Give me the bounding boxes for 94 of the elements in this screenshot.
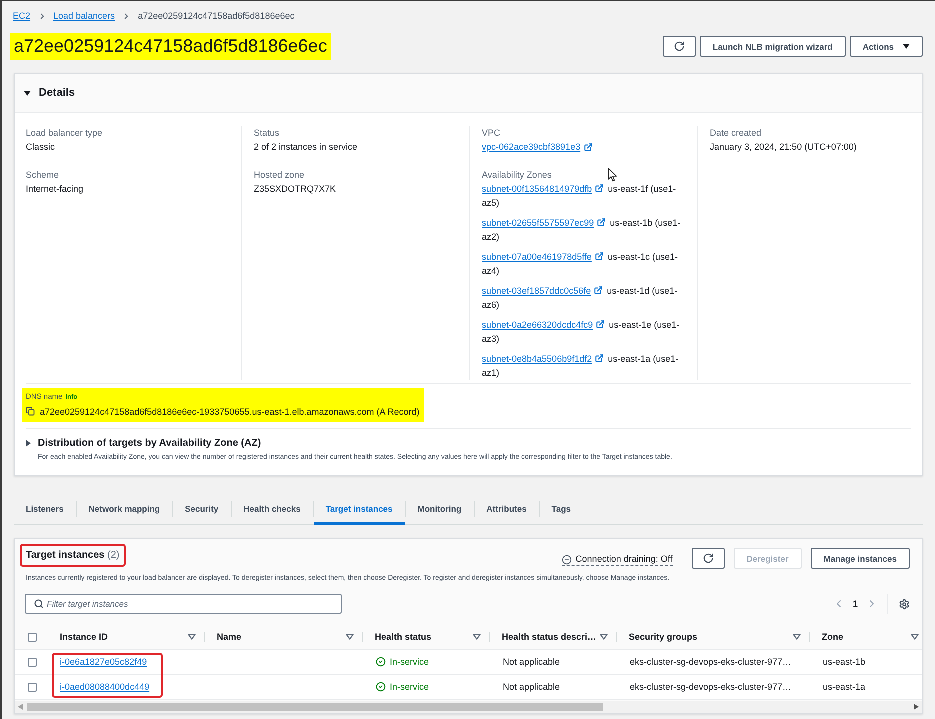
field-label: Load balancer type (26, 127, 103, 140)
field-label: Date created (710, 127, 762, 140)
minus-circle-icon (562, 554, 572, 564)
action-button[interactable]: Launch NLB migration wizard (700, 36, 846, 57)
tab[interactable]: Security (173, 493, 231, 525)
table-cell: Not applicable (503, 682, 560, 692)
field-value: Z35SXDOTRQ7X7K (254, 183, 336, 196)
field-value: Classic (26, 141, 56, 154)
sort-icon (600, 634, 608, 640)
column-header[interactable]: Zone (810, 625, 922, 649)
checkbox[interactable] (28, 632, 37, 642)
subnet-link[interactable]: subnet-02655f5575597ec99 (482, 218, 594, 228)
subnet-entry: subnet-07a00e461978d5ffe us-east-1c (use1-az4) (482, 251, 679, 278)
tab[interactable]: Listeners (14, 493, 76, 525)
instance-id-link[interactable]: i-0aed08088400dc449 (60, 682, 150, 692)
subnet-entry: subnet-0e8b4a5506b9f1df2 us-east-1a (use1-az1) (482, 353, 680, 380)
settings-button[interactable] (899, 598, 910, 610)
dns-name-value: a72ee0259124c47158ad6f5d8186e6ec-1933750655.us-east-1.elb.amazonaws.com (A Record) (40, 406, 420, 416)
actions-dropdown[interactable]: Actions (850, 36, 923, 57)
external-link-icon (595, 184, 604, 193)
connection-draining-link[interactable]: Connection draining: Off (562, 554, 673, 566)
subnet-entry: subnet-03ef1857ddc0c56fe us-east-1d (use1-az6) (482, 285, 679, 312)
field-label: Availability Zones (482, 169, 552, 182)
external-link-icon (594, 286, 604, 295)
column-header[interactable]: Security groups (617, 625, 810, 649)
column-header[interactable]: Instance ID (50, 625, 205, 649)
settings-icon (899, 598, 910, 610)
sort-icon (793, 634, 801, 640)
subnet-entry: subnet-0a2e66320dcdc4fc9 us-east-1e (use1-az3) (482, 319, 681, 346)
subnet-link[interactable]: subnet-0a2e66320dcdc4fc9 (482, 320, 594, 330)
field-label: Hosted zone (254, 169, 305, 182)
filter-input[interactable]: Filter target instances (25, 594, 342, 614)
sort-icon (346, 634, 354, 640)
table-cell: eks-cluster-sg-devops-eks-cluster-977… (630, 682, 792, 692)
column-header[interactable]: Health status (363, 625, 490, 649)
field-label: Scheme (26, 169, 60, 182)
search-icon (34, 599, 44, 609)
action-button[interactable]: Manage instances (810, 548, 910, 569)
instance-id-link[interactable]: i-0e6a1827e05c82f49 (60, 657, 148, 667)
subnet-link[interactable]: subnet-0e8b4a5506b9f1df2 (482, 354, 592, 364)
field-label: VPC (482, 127, 501, 140)
field-value: January 3, 2024, 21:50 (UTC+07:00) (710, 141, 857, 154)
breadcrumb-current: a72ee0259124c47158ad6f5d8186e6ec (138, 10, 295, 22)
subnet-link[interactable]: subnet-03ef1857ddc0c56fe (482, 286, 592, 296)
external-link-icon (594, 252, 604, 261)
sort-icon (188, 634, 196, 640)
subnet-entry: subnet-00f13564814979dfb us-east-1f (use1-az5) (482, 183, 678, 210)
subnet-link[interactable]: subnet-07a00e461978d5ffe (482, 252, 592, 262)
subnet-link[interactable]: subnet-00f13564814979dfb (482, 184, 592, 194)
external-link-icon (584, 143, 593, 152)
breadcrumb-link[interactable]: Load balancers (54, 10, 116, 22)
checkbox[interactable] (28, 682, 37, 692)
column-header[interactable]: Health status descri… (490, 625, 617, 649)
refresh-icon (702, 553, 714, 564)
table-cell: us-east-1a (823, 682, 866, 692)
mouse-pointer-icon (608, 168, 618, 182)
tab[interactable]: Health checks (232, 493, 313, 525)
health-status-text: In-service (390, 657, 430, 667)
scroll-right-icon[interactable] (914, 704, 919, 710)
tab[interactable]: Attributes (474, 493, 539, 525)
horizontal-scrollbar[interactable] (15, 701, 922, 713)
details-toggle[interactable]: Details (24, 87, 76, 99)
table-cell: eks-cluster-sg-devops-eks-cluster-977… (630, 657, 792, 667)
external-link-icon (595, 354, 604, 363)
subnet-entry: subnet-02655f5575597ec99 us-east-1b (use1-az2) (482, 217, 682, 244)
tab[interactable]: Network mapping (76, 493, 172, 525)
copy-icon[interactable] (26, 407, 35, 416)
health-status-text: In-service (390, 682, 430, 692)
scroll-left-icon[interactable] (18, 704, 23, 710)
vpc-link[interactable]: vpc-062ace39cbf3891e3 (482, 140, 581, 155)
caret-down-icon (903, 44, 910, 49)
sort-icon (473, 634, 481, 640)
checkbox[interactable] (28, 658, 37, 666)
table-cell: us-east-1b (823, 657, 866, 667)
field-value: Internet-facing (26, 183, 84, 196)
page-title: a72ee0259124c47158ad6f5d8186e6ec (10, 33, 332, 60)
breadcrumb-link[interactable]: EC2 (13, 10, 31, 22)
tab[interactable]: Monitoring (406, 493, 474, 525)
column-header[interactable]: Name (205, 625, 363, 649)
refresh-button[interactable] (692, 548, 725, 569)
sort-icon (911, 634, 919, 640)
section-title: Target instances (2) (20, 544, 126, 567)
table-cell: Not applicable (503, 657, 560, 667)
refresh-icon (674, 41, 685, 52)
field-label: Status (254, 127, 280, 140)
page-button[interactable]: 1 (850, 599, 861, 609)
field-value: 2 of 2 instances in service (254, 141, 358, 154)
scrollbar-thumb[interactable] (27, 703, 603, 711)
external-link-icon (597, 218, 606, 227)
distribution-toggle[interactable]: Distribution of targets by Availability Zone (AZ) (26, 438, 262, 448)
external-link-icon (596, 320, 606, 329)
tab[interactable]: Target instances (314, 493, 405, 525)
tab[interactable]: Tags (540, 493, 584, 525)
refresh-button[interactable] (662, 36, 696, 57)
